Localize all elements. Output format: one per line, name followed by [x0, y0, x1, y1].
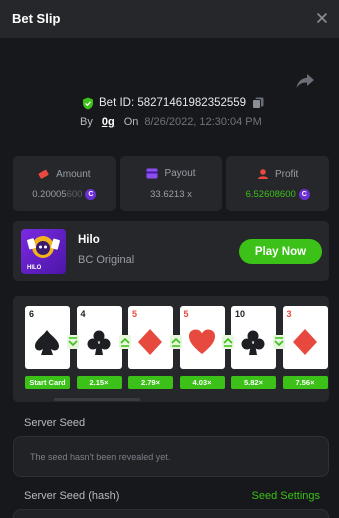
card-rank: 5: [183, 309, 189, 319]
cards-panel: 6 Start Card 4 2.15× 5 2.79× 5 4.03× 10 5.82× 3 7.5…: [13, 296, 329, 402]
game-card: HILO Hilo BC Original Play Now: [13, 221, 329, 281]
server-seed-label: Server Seed: [24, 417, 86, 429]
diamond-icon: [292, 329, 317, 355]
scrollbar[interactable]: [54, 398, 140, 401]
page-title: Bet Slip: [12, 11, 61, 26]
amount-icon: [38, 169, 49, 179]
amount-label: Amount: [56, 168, 91, 180]
bet-byline: By 0g On 8/26/2022, 12:30:04 PM: [80, 115, 262, 129]
amount-value-dim: 600: [66, 189, 83, 200]
amount-stat: Amount 0.20005 600 C: [13, 156, 116, 211]
card-rank: 6: [29, 309, 35, 319]
club-icon: [87, 330, 110, 355]
profit-value: 6.52608600: [245, 189, 296, 200]
playing-card: 5: [179, 306, 225, 369]
card-rank: 5: [132, 309, 138, 319]
coin-icon: C: [298, 189, 310, 200]
payout-icon: [146, 168, 158, 179]
user-link[interactable]: 0g: [102, 116, 115, 128]
game-thumbnail[interactable]: HILO: [21, 229, 66, 274]
higher-arrow-icon: [170, 335, 182, 349]
seed-settings-link[interactable]: Seed Settings: [252, 490, 321, 502]
card-rank: 10: [235, 309, 246, 319]
close-icon[interactable]: [313, 9, 331, 27]
play-now-button[interactable]: Play Now: [239, 239, 322, 264]
bet-id-row: Bet ID: 58271461982352559: [82, 95, 264, 111]
higher-arrow-icon: [221, 335, 234, 349]
payout-stat: Payout 33.6213 x: [119, 156, 223, 211]
multiplier-badge: 5.82×: [231, 376, 276, 389]
by-label: By: [80, 116, 93, 128]
higher-arrow-icon: [118, 335, 131, 349]
bet-date: 8/26/2022, 12:30:04 PM: [144, 116, 262, 128]
start-card-label: Start Card: [25, 376, 70, 389]
payout-label: Payout: [164, 168, 196, 179]
copy-icon[interactable]: [252, 97, 264, 109]
game-provider: BC Original: [78, 254, 135, 266]
amount-value: 0.20005: [32, 189, 67, 200]
lower-arrow-icon: [67, 335, 79, 349]
game-thumb-text: HILO: [27, 265, 42, 271]
multiplier-badge: 7.56×: [282, 376, 328, 389]
server-seed-field[interactable]: The seed hasn't been revealed yet.: [13, 436, 329, 477]
payout-value: 33.6213 x: [150, 189, 192, 200]
profit-icon: [258, 169, 268, 179]
spade-icon: [35, 330, 59, 355]
profit-label: Profit: [275, 168, 299, 180]
multiplier-badge: 2.15×: [76, 376, 122, 389]
profit-stat: Profit 6.52608600 C: [226, 156, 330, 211]
lower-arrow-icon: [273, 335, 285, 349]
club-icon: [241, 330, 265, 355]
server-seed-hash-field[interactable]: [13, 509, 329, 518]
diamond-icon: [138, 329, 162, 355]
on-label: On: [123, 116, 139, 128]
multiplier-badge: 2.79×: [128, 376, 173, 389]
card-rank: 4: [80, 309, 86, 319]
playing-card: 5: [128, 306, 173, 369]
playing-card: 3: [282, 306, 328, 369]
verified-shield-icon: [83, 97, 93, 109]
bet-id: Bet ID: 58271461982352559: [99, 97, 247, 109]
bet-slip-header: Bet Slip: [0, 0, 339, 38]
server-seed-value: The seed hasn't been revealed yet.: [30, 452, 171, 462]
multiplier-badge: 4.03×: [179, 376, 225, 389]
card-rank: 3: [286, 309, 292, 319]
playing-card: 10: [231, 306, 276, 369]
hilo-logo-icon: HILO: [27, 236, 60, 271]
playing-card: 6: [25, 306, 70, 369]
share-icon[interactable]: [295, 72, 315, 90]
server-seed-hash-label: Server Seed (hash): [24, 490, 120, 502]
bet-stats: Amount 0.20005 600 C Payout 33.6213 x Pro…: [13, 156, 330, 211]
playing-card: 4: [76, 306, 122, 369]
coin-icon: C: [85, 189, 97, 200]
heart-icon: [188, 329, 215, 354]
game-name: Hilo: [78, 234, 100, 246]
